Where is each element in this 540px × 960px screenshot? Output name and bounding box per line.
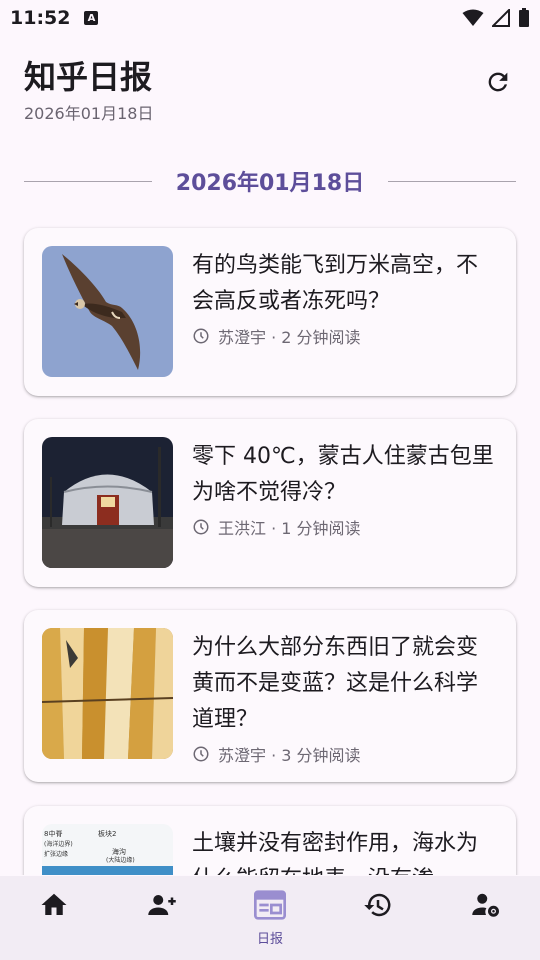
story-meta: 苏澄宇 · 2 分钟阅读	[192, 324, 498, 348]
home-icon	[39, 890, 69, 924]
diagram-label: 板块2	[98, 829, 116, 838]
story-list[interactable]: 2026年01月18日 有的鸟类能飞到万米高空，不会高反或者冻死吗？ 苏澄宇 ·…	[0, 0, 540, 875]
nav-user-settings[interactable]	[432, 876, 540, 960]
clock-icon	[193, 328, 209, 344]
divider-line-left	[24, 180, 152, 182]
story-card[interactable]: 零下 40℃，蒙古人住蒙古包里为啥不觉得冷？ 王洪江 · 1 分钟阅读	[24, 419, 516, 587]
nav-history[interactable]	[324, 876, 432, 960]
story-body: 为什么大部分东西旧了就会变黄而不是变蓝？这是什么科学道理？ 苏澄宇 · 3 分钟…	[192, 628, 498, 766]
nav-daily-label: 日报	[256, 932, 283, 947]
nav-home[interactable]	[0, 876, 108, 960]
story-meta-text: 王洪江 · 1 分钟阅读	[218, 519, 361, 538]
nav-add-person[interactable]	[108, 876, 216, 960]
story-title: 零下 40℃，蒙古人住蒙古包里为啥不觉得冷？	[192, 444, 494, 505]
diagram-label: 海沟	[112, 847, 126, 856]
history-icon	[362, 890, 394, 924]
date-divider-label: 2026年01月18日	[175, 171, 365, 196]
story-meta-text: 苏澄宇 · 2 分钟阅读	[218, 328, 361, 347]
yellowed-boards-image	[42, 628, 173, 759]
story-title: 有的鸟类能飞到万米高空，不会高反或者冻死吗？	[192, 253, 479, 314]
story-title: 土壤并没有密封作用，海水为什么能留在地表，没有渗	[192, 831, 479, 875]
diagram-label: (海洋边界)	[44, 840, 73, 848]
diagram-label: 8中脊	[44, 829, 62, 838]
story-card[interactable]: 为什么大部分东西旧了就会变黄而不是变蓝？这是什么科学道理？ 苏澄宇 · 3 分钟…	[24, 610, 516, 782]
story-body: 零下 40℃，蒙古人住蒙古包里为啥不觉得冷？ 王洪江 · 1 分钟阅读	[192, 437, 498, 539]
story-meta-text: 苏澄宇 · 3 分钟阅读	[218, 746, 361, 765]
story-body: 有的鸟类能飞到万米高空，不会高反或者冻死吗？ 苏澄宇 · 2 分钟阅读	[192, 246, 498, 348]
story-body: 土壤并没有密封作用，海水为什么能留在地表，没有渗	[192, 824, 498, 875]
story-meta: 王洪江 · 1 分钟阅读	[192, 515, 498, 539]
newspaper-icon	[254, 890, 286, 924]
story-card[interactable]: 有的鸟类能飞到万米高空，不会高反或者冻死吗？ 苏澄宇 · 2 分钟阅读	[24, 228, 516, 396]
user-settings-icon	[470, 890, 502, 924]
person-add-icon	[145, 890, 179, 924]
ocean-diagram-image: 8中脊 板块2 海沟 (大陆边缘) (海洋边界) 扩张边缘	[42, 824, 173, 875]
diagram-label: 扩张边缘	[44, 850, 68, 858]
diagram-label: (大陆边缘)	[106, 856, 135, 864]
story-meta: 苏澄宇 · 3 分钟阅读	[192, 742, 498, 766]
story-title: 为什么大部分东西旧了就会变黄而不是变蓝？这是什么科学道理？	[192, 635, 479, 732]
yurt-night-image	[42, 437, 173, 568]
divider-line-right	[388, 180, 516, 182]
clock-icon	[193, 746, 209, 762]
clock-icon	[193, 519, 209, 535]
date-divider: 2026年01月18日	[24, 166, 516, 196]
story-card[interactable]: 8中脊 板块2 海沟 (大陆边缘) (海洋边界) 扩张边缘 土壤并没有密封作用，…	[24, 806, 516, 875]
nav-daily[interactable]: 日报	[216, 876, 324, 960]
bottom-navigation: 日报	[0, 876, 540, 960]
vulture-flying-image	[42, 246, 173, 377]
